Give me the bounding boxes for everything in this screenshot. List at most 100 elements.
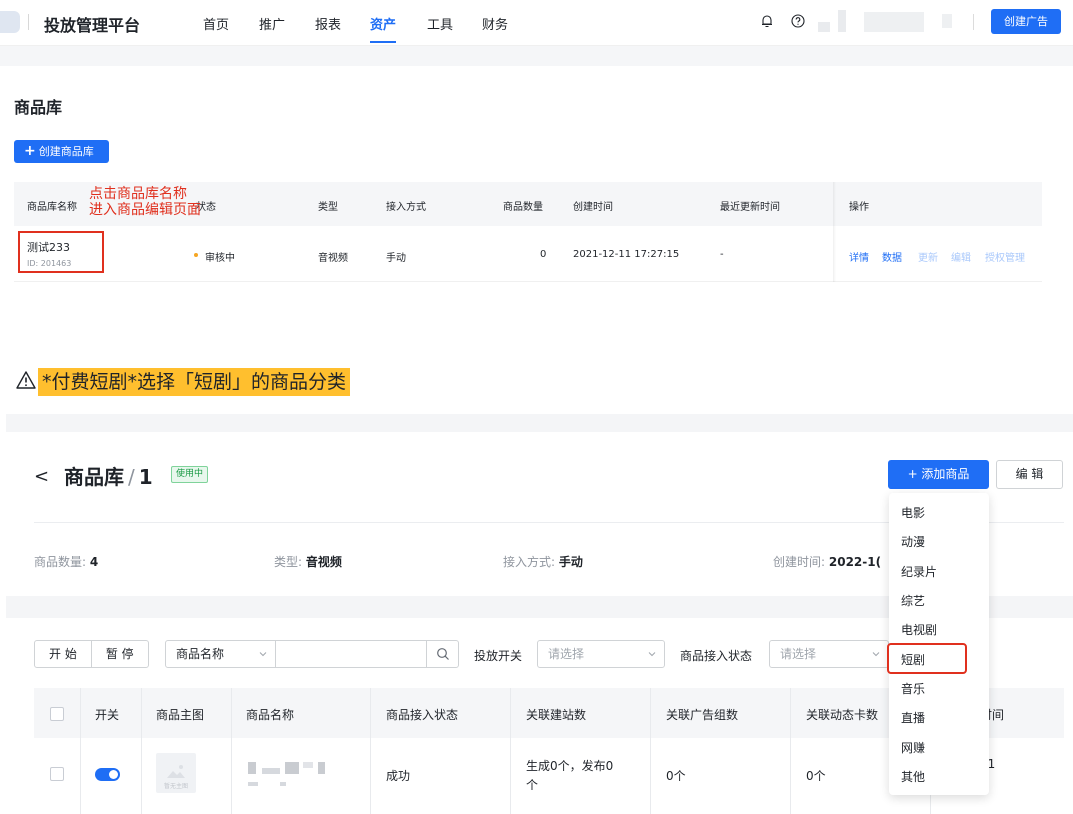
col-linked-sites: 关联建站数 [526,708,587,722]
nav-tools[interactable]: 工具 [427,14,453,33]
linked-adgroups-value: 0个 [666,769,686,783]
linked-sites-value: 个 [526,778,539,792]
redacted-product-id [248,782,258,786]
edit-button[interactable]: 编 辑 [996,460,1063,489]
library-detail-title: 商品库/1 [64,461,153,490]
column-divider [370,688,371,814]
redacted-product-id [280,782,286,786]
meta-created-label: 创建时间: [773,555,826,569]
redacted-product-name [262,768,280,774]
search-input[interactable] [277,641,427,667]
col-linked-adgroups: 关联广告组数 [666,708,739,722]
logo-divider [28,14,29,30]
row-checkbox[interactable] [50,767,64,781]
action-details[interactable]: 详情 [849,249,869,264]
top-navigation-bar: 投放管理平台 首页 推广 报表 资产 工具 财务 创建广告 [0,0,1073,46]
top-divider [973,14,974,30]
column-divider [80,688,81,814]
access-value: 手动 [386,253,406,264]
annotation-text: 点击商品库名称 [89,186,187,202]
status-badge: 使用中 [171,466,209,483]
updated-value: - [720,249,724,260]
access-status-label: 商品接入状态 [680,649,753,663]
category-option-other[interactable]: 其他 [901,768,925,785]
nav-home[interactable]: 首页 [203,14,229,33]
redacted-account-info [942,14,952,28]
created-value: 2021-12-11 17:27:15 [573,249,680,260]
chevron-down-icon [872,652,880,657]
launch-switch-label: 投放开关 [474,649,523,663]
product-switch-toggle[interactable] [95,768,120,781]
search-button[interactable] [426,641,458,667]
linked-sites-value: 生成0个，发布0 [526,759,614,773]
meta-type-value: 音视频 [305,555,342,569]
meta-count-value: 4 [89,555,99,569]
annotation-highlight-box [887,643,967,674]
action-authorize: 授权管理 [985,253,1025,264]
category-option-live[interactable]: 直播 [901,709,925,726]
search-field-select[interactable]: 商品名称 [166,641,276,667]
warning-icon [16,371,36,389]
product-thumbnail: 暂无主图 [156,753,196,793]
help-icon[interactable] [791,14,805,28]
linked-cards-value: 0个 [806,769,826,783]
nav-assets[interactable]: 资产 [370,14,396,33]
status-dot [194,253,198,257]
category-option-documentary[interactable]: 纪录片 [901,563,937,580]
col-linked-cards: 关联动态卡数 [806,708,879,722]
meta-product-count: 商品数量: 4 [34,553,98,570]
category-option-music[interactable]: 音乐 [901,680,925,697]
column-divider [790,688,791,814]
redacted-product-name [303,762,313,768]
create-ad-button[interactable]: 创建广告 [991,9,1061,34]
col-access-status: 商品接入状态 [386,708,459,722]
annotation-highlight-box [18,231,104,273]
col-product-name: 商品名称 [246,708,295,722]
pause-button[interactable]: 暂 停 [90,641,148,667]
start-button[interactable]: 开 始 [35,641,91,667]
bell-icon[interactable] [760,14,774,28]
launch-switch-select[interactable]: 请选择 [537,640,665,668]
nav-reports[interactable]: 报表 [315,14,341,33]
annotation-text: 进入商品编辑页面 [89,202,201,218]
access-status-placeholder: 请选择 [780,647,817,661]
create-library-button[interactable]: + 创建商品库 [14,140,109,163]
redacted-product-name [318,762,325,774]
library-number: 1 [138,465,153,489]
col-main-image: 商品主图 [156,708,205,722]
fixed-column-shadow [833,182,836,282]
col-created: 创建时间 [573,202,613,213]
meta-created-value: 2022-1( [828,555,882,569]
meta-access-value: 手动 [558,555,583,569]
library-title-text: 商品库 [64,465,124,489]
col-updated: 最近更新时间 [720,202,780,213]
category-option-earn-online[interactable]: 网赚 [901,739,925,756]
platform-name: 投放管理平台 [44,16,141,35]
nav-finance[interactable]: 财务 [482,14,508,33]
meta-count-label: 商品数量: [34,555,87,569]
category-option-variety[interactable]: 综艺 [901,592,925,609]
count-value: 0 [540,249,547,260]
category-option-movie[interactable]: 电影 [901,504,925,521]
category-option-tv-series[interactable]: 电视剧 [901,621,937,638]
column-divider [510,688,511,814]
nav-promotion[interactable]: 推广 [259,14,285,33]
logo [0,11,20,33]
col-actions: 操作 [849,202,869,213]
col-access: 接入方式 [386,202,426,213]
meta-type-label: 类型: [274,555,303,569]
access-status-select[interactable]: 请选择 [769,640,889,668]
redacted-avatar [818,22,830,32]
page-title: 商品库 [14,98,63,117]
select-all-checkbox[interactable] [50,707,64,721]
meta-created: 创建时间: 2022-1( [773,553,881,570]
back-chevron-icon[interactable]: < [34,466,49,487]
product-search: 商品名称 [165,640,459,668]
action-data[interactable]: 数据 [882,249,902,264]
search-icon [437,648,449,660]
add-product-button[interactable]: + 添加商品 [888,460,989,489]
category-option-anime[interactable]: 动漫 [901,533,925,550]
title-separator: / [128,465,135,489]
column-divider [650,688,651,814]
action-update: 更新 [918,253,938,264]
